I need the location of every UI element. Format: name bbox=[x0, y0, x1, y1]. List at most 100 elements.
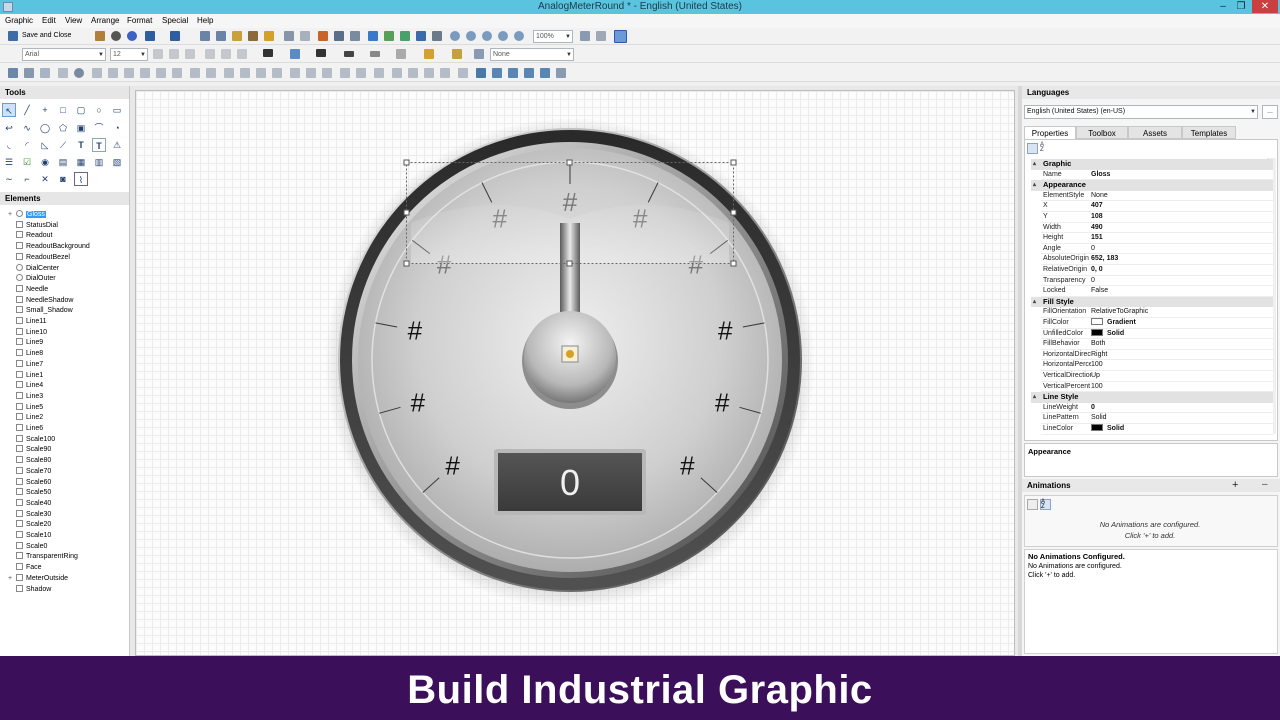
tree-item[interactable]: Small_Shadow bbox=[8, 306, 73, 317]
polyline-tool-icon[interactable]: ↩ bbox=[2, 121, 16, 135]
property-row[interactable]: Y 108 bbox=[1041, 212, 1273, 223]
text-tool-icon[interactable]: T bbox=[74, 138, 88, 152]
property-value[interactable]: 0 bbox=[1091, 403, 1095, 413]
tree-item[interactable]: DialOuter bbox=[8, 274, 56, 285]
paste-icon[interactable] bbox=[232, 31, 242, 41]
tree-item[interactable]: Scale100 bbox=[8, 434, 55, 446]
tree-item[interactable]: Line8 bbox=[8, 349, 43, 360]
align-left-icon[interactable] bbox=[205, 49, 215, 59]
property-value[interactable]: Gloss bbox=[1091, 170, 1110, 180]
tag-icon[interactable] bbox=[350, 31, 360, 41]
align-right-icon[interactable] bbox=[237, 49, 247, 59]
tree-item[interactable]: Line9 bbox=[8, 338, 43, 349]
distribute-icon-1[interactable] bbox=[190, 68, 200, 78]
arc2-tool-icon[interactable]: ◜ bbox=[20, 138, 34, 152]
collapse-icon[interactable]: ▴ bbox=[1033, 392, 1036, 402]
checkbox-tool-icon[interactable]: ☑ bbox=[20, 155, 34, 169]
save-and-close-button[interactable]: Save and Close bbox=[22, 32, 71, 39]
copy-icon[interactable] bbox=[216, 31, 226, 41]
property-row[interactable]: Transparency 0 bbox=[1041, 275, 1273, 287]
restore-button[interactable]: ❐ bbox=[1232, 0, 1250, 13]
align-right2-icon[interactable] bbox=[172, 68, 182, 78]
space-icon-3[interactable] bbox=[256, 68, 266, 78]
tree-item[interactable]: Scale40 bbox=[8, 498, 51, 510]
tree-item[interactable]: Readout bbox=[8, 231, 52, 242]
datetime-tool-icon[interactable]: ▥ bbox=[92, 155, 106, 169]
element-style-combo[interactable]: None ▼ bbox=[490, 48, 574, 61]
line-ends-icon[interactable] bbox=[396, 49, 406, 59]
property-value[interactable]: RelativeToGraphic bbox=[1091, 307, 1148, 317]
radio-tool-icon[interactable]: ◉ bbox=[38, 155, 52, 169]
chord-tool-icon[interactable]: ◟ bbox=[2, 138, 16, 152]
property-row[interactable]: VerticalDirection Up bbox=[1041, 371, 1273, 382]
polygon-tool-icon[interactable]: ⬠ bbox=[56, 121, 70, 135]
space-icon-4[interactable] bbox=[272, 68, 282, 78]
property-value[interactable]: False bbox=[1091, 286, 1108, 296]
category-graphic[interactable]: ▴ Graphic bbox=[1031, 159, 1273, 170]
flip-icon[interactable] bbox=[458, 68, 468, 78]
expand-icon[interactable]: + bbox=[8, 210, 16, 220]
menu-special[interactable]: Special bbox=[162, 16, 188, 25]
property-value[interactable]: 652, 183 bbox=[1091, 254, 1118, 264]
tree-item[interactable]: DialCenter bbox=[8, 263, 59, 275]
zoom-out-icon[interactable] bbox=[450, 31, 460, 41]
hv-line-tool-icon[interactable]: + bbox=[38, 103, 52, 117]
color-swatch[interactable] bbox=[1091, 318, 1103, 325]
color-swatch[interactable] bbox=[1091, 328, 1103, 336]
menu-arrange[interactable]: Arrange bbox=[91, 16, 119, 25]
effects-icon[interactable] bbox=[452, 49, 462, 59]
italic-icon[interactable] bbox=[169, 49, 179, 59]
status-tool-icon[interactable]: ⚠ bbox=[110, 138, 124, 152]
collapse-icon[interactable]: ▴ bbox=[1033, 180, 1036, 190]
mirror-icon[interactable] bbox=[540, 68, 550, 78]
help-icon[interactable] bbox=[127, 31, 137, 41]
pie2-tool-icon[interactable]: ◺ bbox=[38, 138, 52, 152]
import-icon[interactable] bbox=[368, 31, 378, 41]
align-middle-icon[interactable] bbox=[108, 68, 118, 78]
embed-icon[interactable] bbox=[384, 31, 394, 41]
order-icon-3[interactable] bbox=[374, 68, 384, 78]
format-painter-icon[interactable] bbox=[248, 31, 258, 41]
property-value[interactable]: 0 bbox=[1091, 244, 1095, 254]
brush-icon[interactable] bbox=[264, 31, 274, 41]
arrange-icon-2[interactable] bbox=[24, 68, 34, 78]
pointer-tool-icon[interactable]: ↖ bbox=[2, 103, 16, 117]
tree-item[interactable]: TransparentRing bbox=[8, 552, 78, 563]
bold-icon[interactable] bbox=[153, 49, 163, 59]
language-more-button[interactable]: ... bbox=[1262, 105, 1278, 119]
property-row[interactable]: LineWeight 0 bbox=[1041, 402, 1273, 414]
menu-edit[interactable]: Edit bbox=[42, 16, 56, 25]
tree-item[interactable]: Line10 bbox=[8, 327, 47, 339]
size-icon-3[interactable] bbox=[322, 68, 332, 78]
underline-icon[interactable] bbox=[185, 49, 195, 59]
distribute-icon-2[interactable] bbox=[206, 68, 216, 78]
menu-graphic[interactable]: Graphic bbox=[5, 16, 33, 25]
group-icon[interactable] bbox=[392, 68, 402, 78]
record-icon[interactable] bbox=[111, 31, 121, 41]
tree-item[interactable]: + Gloss bbox=[8, 210, 46, 221]
property-row[interactable]: LinePattern Solid bbox=[1041, 413, 1273, 424]
ungroup-icon[interactable] bbox=[408, 68, 418, 78]
duplicate-icon[interactable] bbox=[284, 31, 294, 41]
property-row[interactable]: HorizontalDirectionRight bbox=[1041, 349, 1273, 361]
text-color-icon[interactable] bbox=[263, 49, 273, 57]
animation-categorized-icon[interactable] bbox=[1027, 499, 1038, 510]
menu-help[interactable]: Help bbox=[197, 16, 213, 25]
property-row[interactable]: FillColor Gradient bbox=[1041, 318, 1273, 329]
color-swatch[interactable] bbox=[1091, 424, 1103, 431]
align-top-icon[interactable] bbox=[92, 68, 102, 78]
pan-icon[interactable] bbox=[596, 31, 606, 41]
chart-tool-icon[interactable]: ⌇ bbox=[74, 172, 88, 186]
combo-tool-icon[interactable]: ▤ bbox=[56, 155, 70, 169]
font-name-combo[interactable]: Arial ▼ bbox=[22, 48, 106, 61]
line-tool-icon[interactable]: ╱ bbox=[20, 103, 34, 117]
property-value[interactable]: Solid bbox=[1091, 424, 1124, 434]
category-line-style[interactable]: ▴ Line Style bbox=[1031, 392, 1273, 403]
property-row[interactable]: RelativeOrigin 0, 0 bbox=[1041, 265, 1273, 276]
property-value[interactable]: 0 bbox=[1091, 276, 1095, 286]
property-value[interactable]: Solid bbox=[1091, 328, 1124, 339]
fill-color-icon[interactable] bbox=[290, 49, 300, 59]
listbox-tool-icon[interactable]: ▧ bbox=[110, 155, 124, 169]
rounded-rect-tool-icon[interactable]: ▢ bbox=[74, 103, 88, 117]
property-row[interactable]: AbsoluteOrigin 652, 183 bbox=[1041, 254, 1273, 265]
